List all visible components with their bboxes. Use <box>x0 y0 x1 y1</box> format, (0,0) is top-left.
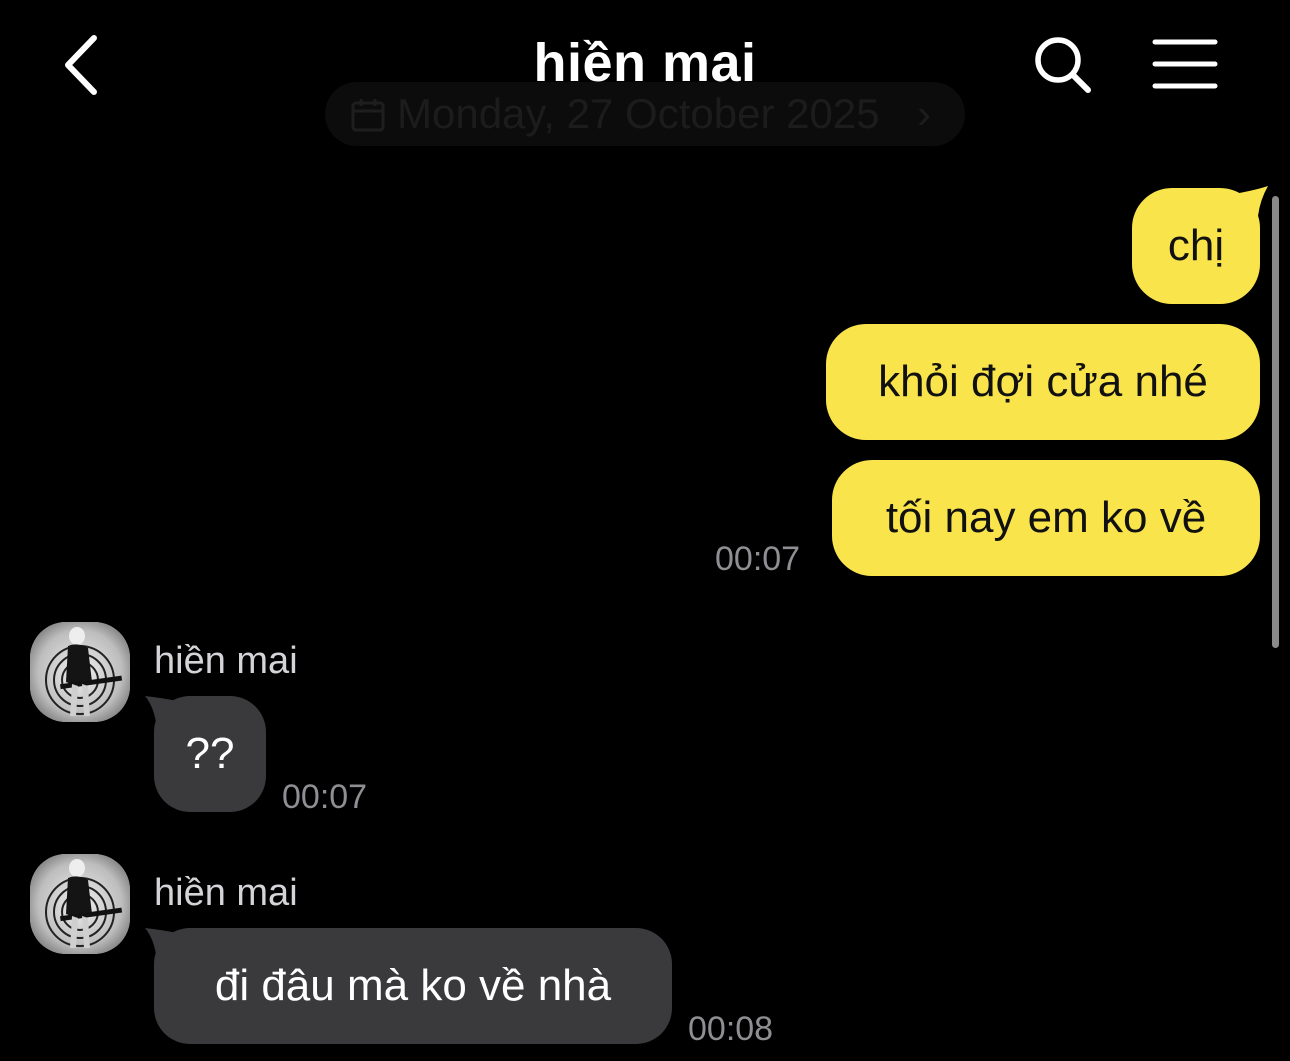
message-timestamp: 00:07 <box>715 540 801 578</box>
sender-name: hiền mai <box>154 640 298 682</box>
calendar-icon <box>351 99 385 132</box>
avatar-image <box>30 854 130 954</box>
message-text: chị <box>1167 221 1225 270</box>
avatar[interactable] <box>30 622 130 722</box>
hamburger-menu-icon <box>1152 39 1218 89</box>
incoming-message[interactable]: đi đâu mà ko về nhà <box>154 928 672 1044</box>
message-timestamp: 00:07 <box>282 778 368 816</box>
date-text: Monday, 27 October 2025 <box>397 90 880 137</box>
search-icon <box>1035 37 1091 93</box>
menu-button[interactable] <box>1150 36 1220 92</box>
message-timestamp: 00:08 <box>688 1010 774 1048</box>
message-text: tối nay em ko về <box>885 493 1207 542</box>
bubble-tail <box>1234 186 1268 216</box>
outgoing-message[interactable]: khỏi đợi cửa nhé <box>826 324 1260 440</box>
scrollbar[interactable] <box>1272 196 1279 648</box>
message-text: khỏi đợi cửa nhé <box>878 357 1208 406</box>
outgoing-message[interactable]: tối nay em ko về <box>832 460 1260 576</box>
avatar[interactable] <box>30 854 130 954</box>
search-button[interactable] <box>1030 32 1096 98</box>
chevron-right-icon: › <box>917 90 931 137</box>
avatar-image <box>30 622 130 722</box>
message-text: đi đâu mà ko về nhà <box>214 961 612 1010</box>
sender-name: hiền mai <box>154 872 298 914</box>
date-divider[interactable]: Monday, 27 October 2025 › <box>325 82 965 146</box>
message-text: ?? <box>185 729 235 778</box>
incoming-message[interactable]: ?? <box>154 696 266 812</box>
